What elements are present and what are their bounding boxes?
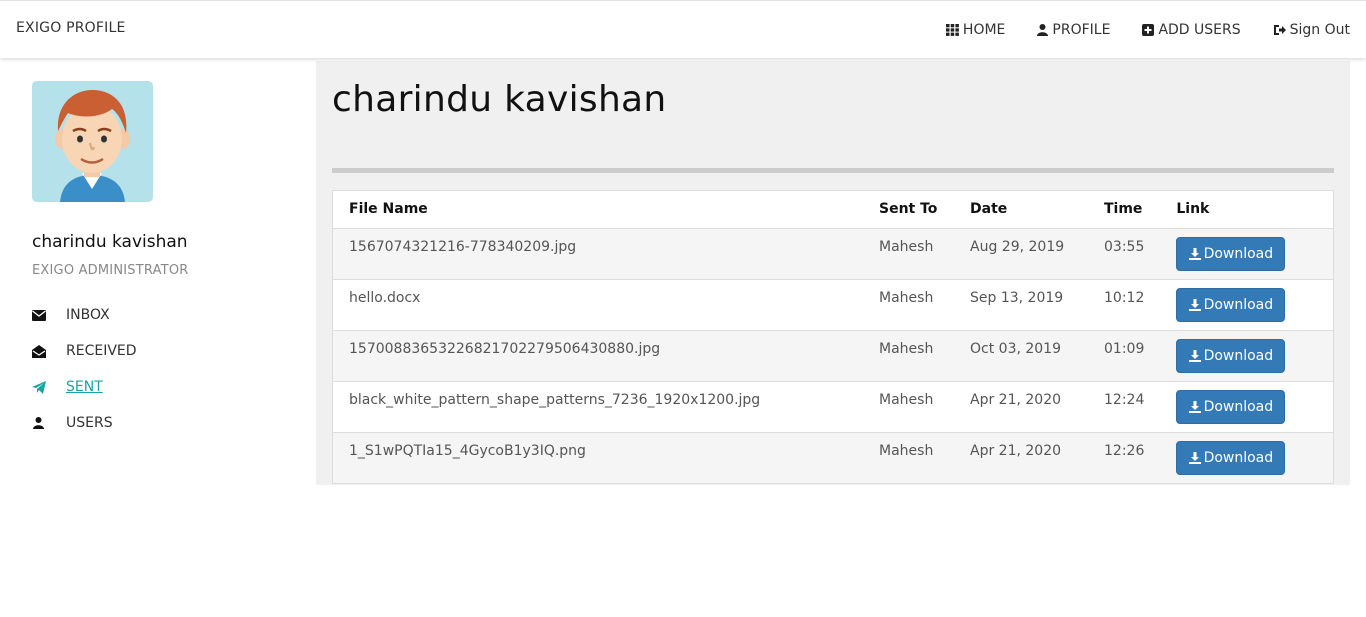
user-icon	[1037, 24, 1049, 36]
sign-out-icon	[1273, 25, 1286, 35]
avatar	[32, 81, 153, 202]
sidebar-item-label: SENT	[66, 379, 103, 395]
sidebar-item-inbox[interactable]: INBOX	[32, 297, 292, 333]
sidebar: charindu kavishan EXIGO ADMINISTRATOR IN…	[16, 61, 316, 485]
download-button[interactable]: Download	[1176, 236, 1286, 271]
nav-profile[interactable]: PROFILE	[1037, 22, 1110, 38]
nav-sign-out-label: Sign Out	[1289, 22, 1350, 38]
link-cell: Download	[1160, 278, 1333, 330]
file-name-cell: black_white_pattern_shape_patterns_7236_…	[333, 380, 863, 432]
sidebar-item-label: RECEIVED	[66, 343, 137, 359]
main-panel: charindu kavishan File Name Sent To Date…	[316, 61, 1350, 485]
link-cell: Download	[1160, 227, 1333, 279]
time-cell: 10:12	[1088, 278, 1161, 330]
paper-plane-icon	[32, 380, 50, 394]
divider	[332, 168, 1334, 173]
sidebar-item-sent[interactable]: SENT	[32, 369, 292, 405]
nav-sign-out[interactable]: Sign Out	[1273, 22, 1350, 38]
nav-add-users[interactable]: ADD USERS	[1142, 22, 1241, 38]
time-cell: 03:55	[1088, 227, 1161, 279]
time-cell: 01:09	[1088, 329, 1161, 381]
link-cell: Download	[1160, 329, 1333, 381]
time-cell: 12:24	[1088, 380, 1161, 432]
header-file-name: File Name	[333, 191, 863, 229]
file-name-cell: 1_S1wPQTIa15_4GycoB1y3IQ.png	[333, 431, 863, 483]
sent-to-cell: Mahesh	[863, 431, 954, 483]
nav-home-label: HOME	[962, 22, 1006, 38]
user-name: charindu kavishan	[32, 232, 188, 252]
nav-home[interactable]: HOME	[945, 22, 1006, 38]
link-cell: Download	[1160, 380, 1333, 432]
header-link: Link	[1160, 191, 1333, 229]
header-date: Date	[954, 191, 1088, 229]
sent-files-table: File Name Sent To Date Time Link 1567074…	[332, 190, 1334, 484]
sidebar-item-label: INBOX	[66, 307, 110, 323]
time-cell: 12:26	[1088, 431, 1161, 483]
download-icon	[1188, 451, 1201, 464]
sidebar-menu: INBOX RECEIVED SENT USERS	[32, 297, 292, 441]
download-icon	[1188, 298, 1201, 311]
header-time: Time	[1088, 191, 1161, 229]
download-label: Download	[1203, 347, 1274, 364]
sent-to-cell: Mahesh	[863, 227, 954, 279]
table-row: 15700883653226821702279506430880.jpg Mah…	[333, 329, 1333, 381]
download-button[interactable]: Download	[1176, 287, 1286, 322]
download-icon	[1188, 247, 1201, 260]
header-sent-to: Sent To	[863, 191, 954, 229]
date-cell: Oct 03, 2019	[954, 329, 1088, 381]
top-navbar: EXIGO PROFILE HOME PROFILE ADD USERS Sig…	[0, 0, 1366, 58]
table-header-row: File Name Sent To Date Time Link	[333, 191, 1333, 229]
date-cell: Apr 21, 2020	[954, 380, 1088, 432]
download-label: Download	[1203, 245, 1274, 262]
download-button[interactable]: Download	[1176, 440, 1286, 475]
table-row: black_white_pattern_shape_patterns_7236_…	[333, 380, 1333, 432]
brand-title[interactable]: EXIGO PROFILE	[16, 20, 126, 36]
sidebar-item-received[interactable]: RECEIVED	[32, 333, 292, 369]
date-cell: Aug 29, 2019	[954, 227, 1088, 279]
date-cell: Apr 21, 2020	[954, 431, 1088, 483]
nav-menu: HOME PROFILE ADD USERS Sign Out	[914, 1, 1350, 59]
envelope-icon	[32, 308, 50, 322]
download-label: Download	[1203, 449, 1274, 466]
page-title: charindu kavishan	[332, 79, 667, 120]
file-name-cell: 15700883653226821702279506430880.jpg	[333, 329, 863, 381]
table-row: 1_S1wPQTIa15_4GycoB1y3IQ.png Mahesh Apr …	[333, 431, 1333, 483]
table-row: hello.docx Mahesh Sep 13, 2019 10:12 Dow…	[333, 278, 1333, 330]
download-button[interactable]: Download	[1176, 338, 1286, 373]
download-button[interactable]: Download	[1176, 389, 1286, 424]
sent-to-cell: Mahesh	[863, 329, 954, 381]
nav-add-users-label: ADD USERS	[1158, 22, 1241, 38]
download-icon	[1188, 400, 1201, 413]
file-name-cell: 1567074321216-778340209.jpg	[333, 227, 863, 279]
user-role: EXIGO ADMINISTRATOR	[32, 263, 189, 278]
grid-icon	[945, 24, 959, 36]
envelope-open-icon	[32, 344, 50, 358]
user-icon	[32, 416, 50, 430]
download-label: Download	[1203, 398, 1274, 415]
sent-to-cell: Mahesh	[863, 380, 954, 432]
date-cell: Sep 13, 2019	[954, 278, 1088, 330]
avatar-illustration	[32, 81, 153, 202]
sidebar-item-label: USERS	[66, 415, 113, 431]
file-name-cell: hello.docx	[333, 278, 863, 330]
sidebar-item-users[interactable]: USERS	[32, 405, 292, 441]
plus-square-icon	[1142, 24, 1155, 36]
link-cell: Download	[1160, 431, 1333, 483]
download-icon	[1188, 349, 1201, 362]
table-row: 1567074321216-778340209.jpg Mahesh Aug 2…	[333, 227, 1333, 279]
sent-to-cell: Mahesh	[863, 278, 954, 330]
download-label: Download	[1203, 296, 1274, 313]
nav-profile-label: PROFILE	[1052, 22, 1111, 38]
